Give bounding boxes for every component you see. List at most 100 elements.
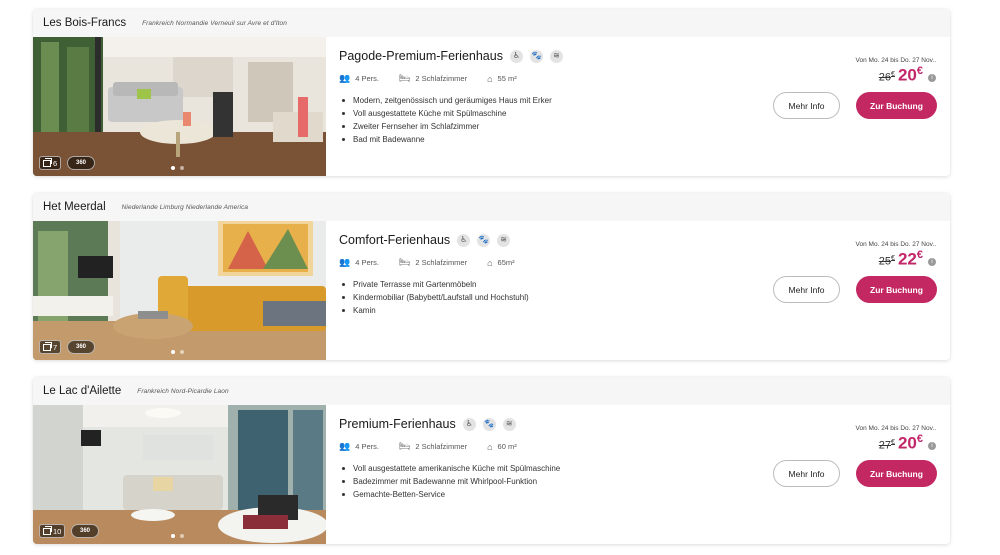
photo-count: 7 <box>53 342 58 352</box>
photo-count-badge[interactable]: 10 <box>39 524 66 538</box>
view-360-button[interactable]: 360 <box>71 524 99 538</box>
carousel-dots <box>171 166 184 170</box>
photo-count: 10 <box>53 526 62 536</box>
house-title[interactable]: Premium-Ferienhaus <box>339 417 456 431</box>
carousel-dot[interactable] <box>180 166 184 170</box>
wifi-icon: ≋ <box>502 417 516 431</box>
feature-list: Private Terrasse mit Gartenmöbeln Kinder… <box>339 278 529 317</box>
listing-card: Les Bois-Francs Frankreich Normandie Ver… <box>33 9 950 176</box>
carousel-dot[interactable] <box>171 534 175 538</box>
old-price: 25€ <box>878 255 895 268</box>
feature-item: Gemachte-Betten-Service <box>339 488 560 501</box>
stay-dates: Von Mo. 24 bis Do. 27 Nov.. <box>855 57 936 64</box>
card-header: Le Lac d'Ailette Frankreich Nord-Picardi… <box>33 377 950 405</box>
title-row: Comfort-Ferienhaus ♿ 🐾 ≋ <box>339 233 511 247</box>
carousel-dots <box>171 350 184 354</box>
park-name[interactable]: Le Lac d'Ailette <box>43 385 121 397</box>
carousel-dot[interactable] <box>171 350 175 354</box>
house-icon: ⌂ <box>487 73 493 84</box>
area: 60 m² <box>497 442 517 451</box>
wheelchair-icon: ♿ <box>462 417 476 431</box>
specs-row: 👥 4 Pers. 🛏 2 Schlafzimmer ⌂ 55 m² <box>339 73 537 84</box>
listing-card: Het Meerdal Niederlande Limburg Niederla… <box>33 193 950 360</box>
feature-list: Modern, zeitgenössisch und geräumiges Ha… <box>339 94 552 146</box>
price-block: Von Mo. 24 bis Do. 27 Nov.. 27€ 20€ i <box>856 425 936 454</box>
photo-count-badge[interactable]: 7 <box>39 340 62 354</box>
book-button[interactable]: Zur Buchung <box>856 276 937 303</box>
photo-count-badge[interactable]: 6 <box>39 156 62 170</box>
area: 65m² <box>497 258 515 267</box>
price-info-icon[interactable]: i <box>928 73 936 82</box>
price-info-icon[interactable]: i <box>928 257 936 266</box>
price-info-icon[interactable]: i <box>928 441 936 450</box>
gallery-icon <box>43 341 52 351</box>
area: 55 m² <box>497 74 517 83</box>
card-header: Les Bois-Francs Frankreich Normandie Ver… <box>33 9 950 37</box>
feature-list: Voll ausgestattete amerikanische Küche m… <box>339 462 560 501</box>
carousel-dots <box>171 534 184 538</box>
persons: 4 Pers. <box>355 74 379 83</box>
book-button[interactable]: Zur Buchung <box>856 92 937 119</box>
carousel-dot[interactable] <box>180 350 184 354</box>
wheelchair-icon: ♿ <box>509 49 523 63</box>
house-title[interactable]: Pagode-Premium-Ferienhaus <box>339 49 503 63</box>
wifi-icon: ≋ <box>549 49 563 63</box>
bed-icon: 🛏 <box>398 441 411 451</box>
bed-icon: 🛏 <box>398 257 411 267</box>
price-block: Von Mo. 24 bis Do. 27 Nov.. 26€ 20€ i <box>856 57 936 86</box>
book-button[interactable]: Zur Buchung <box>856 460 937 487</box>
new-price: 20€ <box>897 433 923 453</box>
feature-item: Bad mit Badewanne <box>339 133 552 146</box>
park-name[interactable]: Les Bois-Francs <box>43 17 126 29</box>
pet-icon: 🐾 <box>529 49 543 63</box>
pet-icon: 🐾 <box>482 417 496 431</box>
feature-item: Badezimmer mit Badewanne mit Whirlpool-F… <box>339 475 560 488</box>
bedrooms: 2 Schlafzimmer <box>415 258 468 267</box>
persons-icon: 👥 <box>339 441 351 451</box>
title-row: Premium-Ferienhaus ♿ 🐾 ≋ <box>339 417 516 431</box>
house-title[interactable]: Comfort-Ferienhaus <box>339 233 450 247</box>
photo-count: 6 <box>53 158 58 168</box>
carousel-dot[interactable] <box>180 534 184 538</box>
park-name[interactable]: Het Meerdal <box>43 201 106 213</box>
new-price: 22€ <box>897 249 923 269</box>
persons: 4 Pers. <box>355 442 379 451</box>
view-360-button[interactable]: 360 <box>67 340 95 354</box>
region-breadcrumb: Niederlande Limburg Niederlande America <box>121 203 249 211</box>
feature-item: Kamin <box>339 304 529 317</box>
stay-dates: Von Mo. 24 bis Do. 27 Nov.. <box>855 241 936 248</box>
region-breadcrumb: Frankreich Nord-Picardie Laon <box>137 387 229 395</box>
gallery-icon <box>43 157 52 167</box>
more-info-button[interactable]: Mehr Info <box>773 460 840 487</box>
bedrooms: 2 Schlafzimmer <box>415 74 468 83</box>
more-info-button[interactable]: Mehr Info <box>773 92 840 119</box>
persons-icon: 👥 <box>339 73 351 83</box>
carousel-dot[interactable] <box>171 166 175 170</box>
old-price: 27€ <box>878 439 895 452</box>
specs-row: 👥 4 Pers. 🛏 2 Schlafzimmer ⌂ 60 m² <box>339 441 537 452</box>
old-price: 26€ <box>878 71 895 84</box>
listing-photo[interactable]: 10 360 <box>33 405 326 544</box>
persons: 4 Pers. <box>355 258 379 267</box>
listing-photo[interactable]: 7 360 <box>33 221 326 360</box>
card-header: Het Meerdal Niederlande Limburg Niederla… <box>33 193 950 221</box>
more-info-button[interactable]: Mehr Info <box>773 276 840 303</box>
wifi-icon: ≋ <box>497 233 511 247</box>
feature-item: Kindermobiliar (Babybett/Laufstall und H… <box>339 291 529 304</box>
bed-icon: 🛏 <box>398 73 411 83</box>
new-price: 20€ <box>897 65 923 85</box>
pet-icon: 🐾 <box>477 233 491 247</box>
gallery-icon <box>43 525 52 535</box>
bedrooms: 2 Schlafzimmer <box>415 442 468 451</box>
region-breadcrumb: Frankreich Normandie Verneuil sur Avre e… <box>142 19 287 27</box>
house-icon: ⌂ <box>487 441 493 452</box>
feature-item: Private Terrasse mit Gartenmöbeln <box>339 278 529 291</box>
listing-card: Le Lac d'Ailette Frankreich Nord-Picardi… <box>33 377 950 544</box>
view-360-button[interactable]: 360 <box>67 156 95 170</box>
feature-item: Voll ausgestattete amerikanische Küche m… <box>339 462 560 475</box>
persons-icon: 👥 <box>339 257 351 267</box>
feature-item: Zweiter Fernseher im Schlafzimmer <box>339 120 552 133</box>
feature-item: Voll ausgestattete Küche mit Spülmaschin… <box>339 107 552 120</box>
feature-item: Modern, zeitgenössisch und geräumiges Ha… <box>339 94 552 107</box>
listing-photo[interactable]: 6 360 <box>33 37 326 176</box>
